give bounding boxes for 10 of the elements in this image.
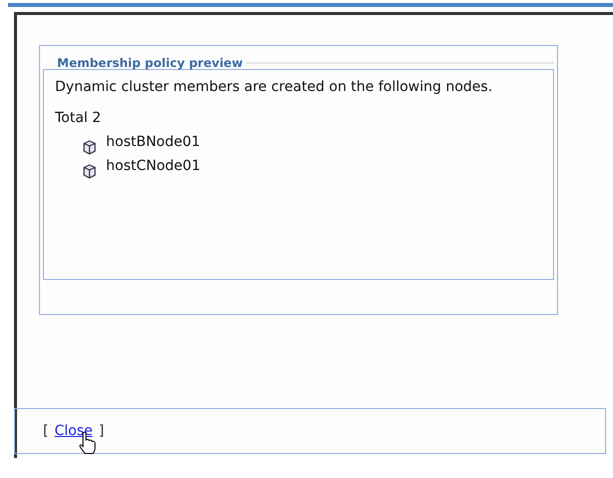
panel-legend: Membership policy preview (43, 56, 246, 70)
bracket: ] (98, 423, 104, 439)
node-name: hostBNode01 (106, 134, 200, 150)
bracket: [ (43, 423, 48, 439)
panel-message: Dynamic cluster members are created on the following nodes. (55, 78, 494, 96)
cube-icon (83, 164, 96, 178)
node-name: hostCNode01 (106, 158, 200, 174)
total-count: Total 2 (55, 110, 102, 126)
close-link[interactable]: Close (54, 423, 93, 439)
cube-icon (83, 140, 96, 154)
